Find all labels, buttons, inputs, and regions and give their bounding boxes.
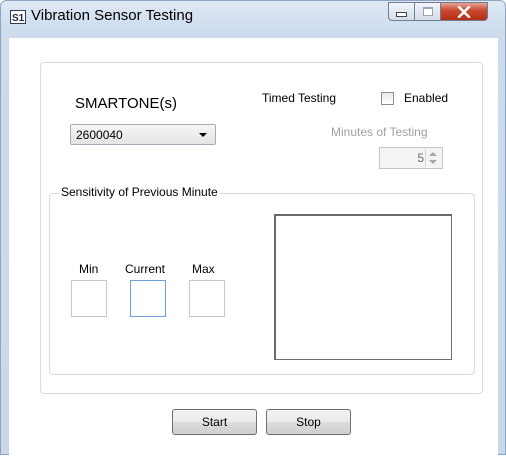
stepper-down-icon[interactable]	[429, 160, 437, 164]
maximize-icon	[422, 7, 433, 16]
title-bar[interactable]: S1 Vibration Sensor Testing	[1, 1, 505, 31]
s1-app-icon: S1	[10, 10, 26, 24]
start-button[interactable]: Start	[172, 409, 257, 435]
application-window: S1 Vibration Sensor Testing SMARTONE(s) …	[0, 0, 506, 456]
enabled-checkbox[interactable]	[381, 92, 394, 105]
minimize-icon	[396, 12, 407, 17]
minutes-stepper[interactable]: 5	[379, 147, 443, 169]
max-value-field[interactable]	[189, 280, 225, 317]
current-label: Current	[125, 262, 166, 276]
minimize-button[interactable]	[388, 2, 415, 21]
minutes-value: 5	[417, 151, 424, 165]
enabled-label: Enabled	[404, 91, 449, 105]
close-button[interactable]	[441, 2, 488, 21]
maximize-button[interactable]	[415, 2, 441, 21]
client-area: SMARTONE(s) 2600040 Timed Testing Enable…	[9, 38, 498, 456]
sensitivity-display-box	[274, 214, 452, 360]
current-value-field[interactable]	[130, 280, 166, 317]
sensitivity-group-title: Sensitivity of Previous Minute	[59, 185, 220, 199]
stop-button[interactable]: Stop	[266, 409, 351, 435]
min-value-field[interactable]	[71, 280, 107, 317]
smartone-selected-value: 2600040	[76, 128, 123, 142]
caption-buttons	[388, 2, 488, 22]
window-title: Vibration Sensor Testing	[31, 7, 194, 24]
stepper-buttons[interactable]	[425, 149, 441, 167]
smartone-label: SMARTONE(s)	[75, 95, 177, 112]
svg-text:S1: S1	[12, 13, 25, 24]
stepper-up-icon[interactable]	[429, 152, 437, 156]
timed-testing-label: Timed Testing	[262, 91, 337, 105]
close-icon	[457, 5, 471, 18]
minutes-of-testing-label: Minutes of Testing	[331, 125, 428, 139]
min-label: Min	[79, 262, 99, 276]
smartone-dropdown[interactable]: 2600040	[70, 124, 216, 145]
max-label: Max	[192, 262, 215, 276]
chevron-down-icon	[199, 133, 207, 137]
